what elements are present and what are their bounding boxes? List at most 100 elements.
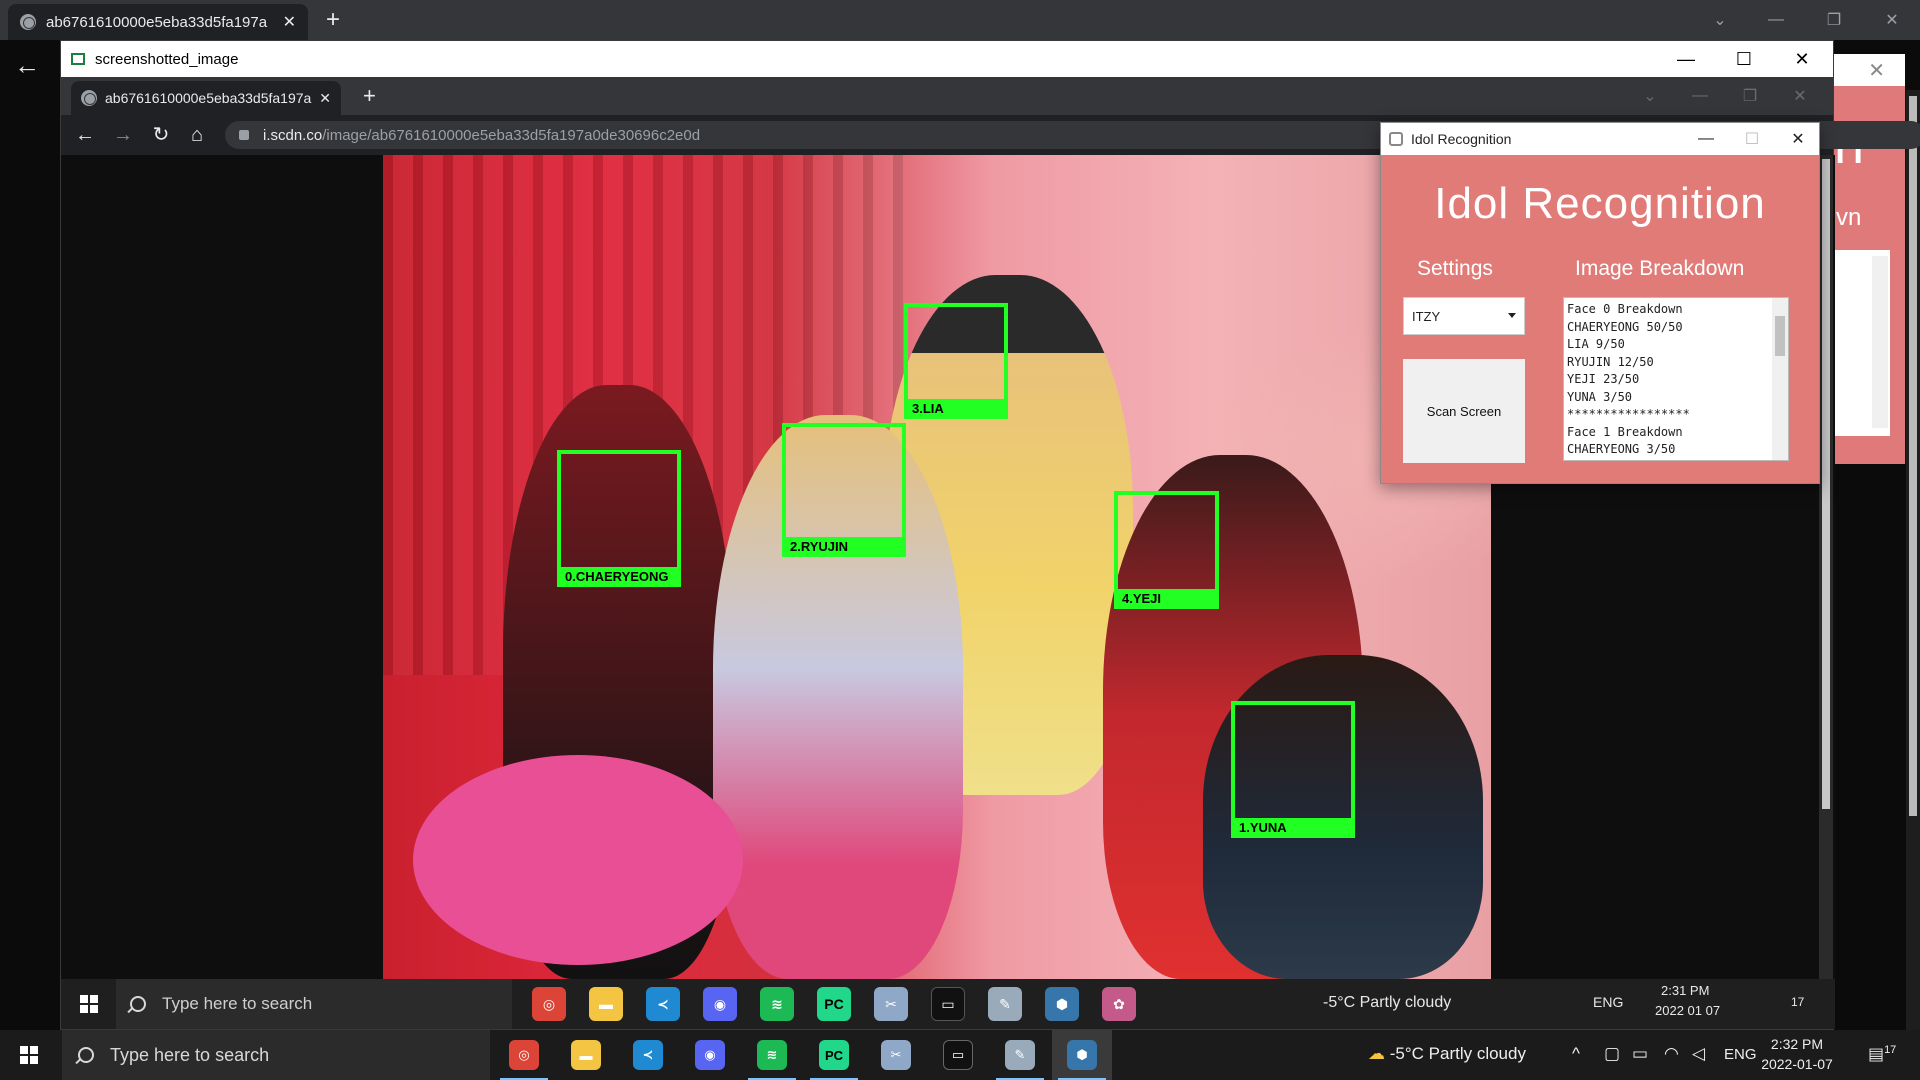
back-arrow-icon[interactable]: ← <box>14 50 40 81</box>
pycharm-icon[interactable]: PC <box>817 987 851 1021</box>
face-box-chaeryeong: 0.CHAERYEONG <box>557 450 681 587</box>
new-tab-button[interactable]: + <box>363 83 376 109</box>
close-icon[interactable]: ✕ <box>1868 58 1885 83</box>
discord-icon[interactable]: ◉ <box>703 987 737 1021</box>
close-button[interactable]: ✕ <box>1773 41 1831 77</box>
window-titlebar: screenshotted_image — ☐ ✕ <box>61 41 1833 77</box>
weather-text[interactable]: -5°C Partly cloudy <box>1323 994 1451 1012</box>
inner-browser-tab[interactable]: ab6761610000e5eba33d5fa197a ✕ <box>71 81 341 115</box>
chrome-taskbar-button[interactable]: ◎ <box>494 1030 554 1080</box>
show-hidden-icons-icon[interactable]: ^ <box>1572 1044 1580 1064</box>
close-tab-icon[interactable]: ✕ <box>283 12 296 32</box>
background-window-textbox <box>1830 250 1890 436</box>
clock-time[interactable]: 2:31 PM <box>1661 983 1709 998</box>
tab-search-icon[interactable]: ⌄ <box>1692 0 1748 40</box>
python-taskbar-button[interactable]: ⬢ <box>1052 1030 1112 1080</box>
file-explorer-taskbar-button[interactable]: ▬ <box>556 1030 616 1080</box>
idol-recognition-window: Idol Recognition — ☐ ✕ Idol Recognition … <box>1380 122 1820 484</box>
outer-tab-title: ab6761610000e5eba33d5fa197a <box>46 13 268 31</box>
clock-date[interactable]: 2022 01 07 <box>1655 1003 1720 1018</box>
spotify-taskbar-button[interactable]: ≋ <box>742 1030 802 1080</box>
minimize-button[interactable]: — <box>1657 41 1715 77</box>
minimize-button[interactable]: — <box>1748 0 1804 40</box>
inner-tab-title: ab6761610000e5eba33d5fa197a <box>105 90 312 106</box>
window-title: screenshotted_image <box>95 50 239 68</box>
discord-taskbar-button[interactable]: ◉ <box>680 1030 740 1080</box>
outer-tab-bar: ab6761610000e5eba33d5fa197a ✕ + ⌄ — ❐ ✕ <box>0 0 1920 40</box>
vscode-taskbar-button[interactable]: ≺ <box>618 1030 678 1080</box>
notification-center-icon[interactable]: ▤17 <box>1868 1044 1896 1065</box>
breakdown-line: Face 1 Breakdown <box>1567 424 1683 439</box>
search-placeholder: Type here to search <box>110 1044 270 1065</box>
close-window-button[interactable]: ✕ <box>1775 77 1825 115</box>
start-button[interactable] <box>0 1030 58 1080</box>
chrome-icon[interactable]: ◎ <box>532 987 566 1021</box>
terminal-taskbar-button[interactable]: ▭ <box>928 1030 988 1080</box>
outer-scrollbar[interactable] <box>1906 90 1920 1030</box>
chevron-down-icon <box>1508 313 1516 318</box>
group-select-value: ITZY <box>1412 308 1441 324</box>
url-host: i.scdn.co <box>263 126 323 144</box>
python-icon: ⬢ <box>1067 1040 1097 1070</box>
snipping-taskbar-button[interactable]: ✂ <box>866 1030 926 1080</box>
language-indicator[interactable]: ENG <box>1593 994 1623 1010</box>
meet-now-icon[interactable]: ▢ <box>1604 1044 1620 1064</box>
url-path: /image/ab6761610000e5eba33d5fa197a0de306… <box>322 126 701 144</box>
close-window-button[interactable]: ✕ <box>1864 0 1920 40</box>
python-icon[interactable]: ⬢ <box>1045 987 1079 1021</box>
idol-window-title: Idol Recognition <box>1411 131 1512 147</box>
search-placeholder: Type here to search <box>162 994 313 1013</box>
forward-arrow-icon[interactable]: → <box>111 123 135 147</box>
group-photo: 0.CHAERYEONG 2.RYUJIN 3.LIA 4.YEJI 1.YUN… <box>383 155 1491 979</box>
scrollbar-thumb[interactable] <box>1909 96 1917 816</box>
partly-cloudy-icon: ☁ <box>1368 1044 1385 1063</box>
idol-heading: Idol Recognition <box>1434 179 1766 228</box>
back-arrow-icon[interactable]: ← <box>73 123 97 147</box>
inner-scrollbar[interactable] <box>1819 155 1833 979</box>
spotify-icon[interactable]: ≋ <box>760 987 794 1021</box>
new-tab-button[interactable]: + <box>326 6 340 34</box>
start-button[interactable] <box>61 979 116 1029</box>
app-icon[interactable]: ✿ <box>1102 987 1136 1021</box>
close-button[interactable]: ✕ <box>1773 123 1823 155</box>
face-box-lia: 3.LIA <box>904 303 1008 419</box>
paint-icon[interactable]: ✎ <box>988 987 1022 1021</box>
search-icon <box>130 996 146 1012</box>
home-icon[interactable]: ⌂ <box>185 123 209 147</box>
snipping-tool-icon[interactable]: ✂ <box>874 987 908 1021</box>
weather-widget[interactable]: ☁ -5°C Partly cloudy <box>1368 1044 1526 1064</box>
scrollbar-thumb[interactable] <box>1775 316 1785 356</box>
taskbar-search[interactable]: Type here to search <box>62 1030 490 1080</box>
clock[interactable]: 2:32 PM 2022-01-07 <box>1752 1034 1842 1074</box>
taskbar-search[interactable]: Type here to search <box>116 979 512 1029</box>
wifi-icon[interactable]: ◠ <box>1664 1044 1679 1064</box>
scrollbar[interactable] <box>1772 298 1788 460</box>
reload-icon[interactable]: ↻ <box>149 123 173 147</box>
scrollbar[interactable] <box>1872 256 1888 428</box>
close-tab-icon[interactable]: ✕ <box>319 90 331 107</box>
face-label: 3.LIA <box>904 399 1008 419</box>
outer-browser-tab[interactable]: ab6761610000e5eba33d5fa197a ✕ <box>8 4 308 40</box>
minimize-button[interactable]: — <box>1675 77 1725 115</box>
maximize-button[interactable]: ☐ <box>1727 123 1777 155</box>
volume-icon[interactable]: ◁ <box>1692 1044 1705 1064</box>
tab-search-icon[interactable]: ⌄ <box>1625 77 1675 115</box>
paint-taskbar-button[interactable]: ✎ <box>990 1030 1050 1080</box>
restore-button[interactable]: ❐ <box>1725 77 1775 115</box>
group-select[interactable]: ITZY <box>1403 297 1525 335</box>
scan-screen-button[interactable]: Scan Screen <box>1403 359 1525 463</box>
file-explorer-icon[interactable]: ▬ <box>589 987 623 1021</box>
pycharm-taskbar-button[interactable]: PC <box>804 1030 864 1080</box>
maximize-button[interactable]: ☐ <box>1715 41 1773 77</box>
breakdown-textbox[interactable]: Face 0 Breakdown CHAERYEONG 50/50 LIA 9/… <box>1563 297 1789 461</box>
terminal-icon[interactable]: ▭ <box>931 987 965 1021</box>
minimize-button[interactable]: — <box>1681 123 1731 155</box>
vscode-icon[interactable]: ≺ <box>646 987 680 1021</box>
breakdown-line: CHAERYEONG 3/50 <box>1567 442 1676 456</box>
battery-icon[interactable]: ▭ <box>1632 1044 1648 1064</box>
scrollbar-thumb[interactable] <box>1822 159 1830 809</box>
clock-date: 2022-01-07 <box>1761 1056 1833 1072</box>
notification-count[interactable]: 17 <box>1791 995 1804 1009</box>
restore-button[interactable]: ❐ <box>1806 0 1862 40</box>
breakdown-line: CHAERYEONG 50/50 <box>1567 319 1683 334</box>
